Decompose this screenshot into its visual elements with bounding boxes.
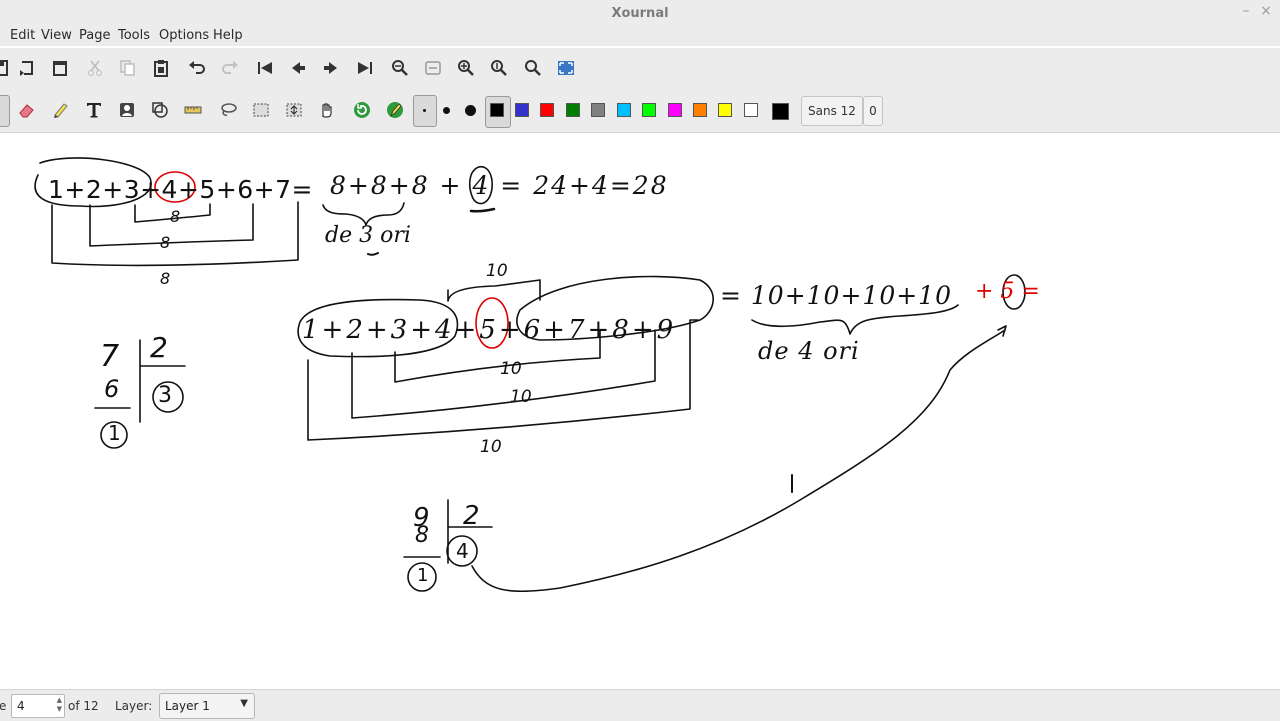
- save-icon[interactable]: [0, 56, 12, 80]
- page-number-value: 4: [17, 699, 25, 713]
- current-color-swatch[interactable]: [772, 103, 789, 120]
- default-pen-icon[interactable]: [383, 98, 407, 122]
- zoom-in-icon[interactable]: [454, 56, 478, 80]
- menu-tools[interactable]: Tools: [118, 28, 150, 43]
- last-page-icon[interactable]: [353, 56, 377, 80]
- lasso-select-icon[interactable]: [216, 98, 240, 122]
- color-swatch[interactable]: [540, 103, 554, 117]
- window-title: Xournal: [611, 6, 669, 21]
- fullscreen-icon[interactable]: [554, 56, 578, 80]
- thickness-fine-button[interactable]: [413, 95, 437, 127]
- layer-select[interactable]: Layer 1 ▼: [159, 693, 255, 719]
- color-swatch[interactable]: [668, 103, 682, 117]
- zoom-set-icon[interactable]: [521, 56, 545, 80]
- label-8-middle: 8: [160, 233, 171, 252]
- ruler-icon[interactable]: [181, 98, 205, 122]
- main-toolbar: [0, 48, 1280, 88]
- label-10-outer: 10: [480, 437, 502, 457]
- label-8-inner: 8: [170, 207, 181, 226]
- previous-page-icon[interactable]: [286, 56, 310, 80]
- font-button[interactable]: Sans 12: [801, 96, 863, 126]
- label-10-inner: 10: [500, 359, 522, 379]
- eraser-icon[interactable]: [14, 98, 38, 122]
- page-number-input[interactable]: 4 ▲ ▼: [11, 694, 65, 718]
- drawing-canvas[interactable]: 1+2+3+4+5+6+7= 8+8+8 + 4 = 24+4=28 8 8 8…: [0, 133, 1280, 689]
- text-icon[interactable]: [82, 98, 106, 122]
- color-swatch[interactable]: [693, 103, 707, 117]
- vertical-space-icon[interactable]: [282, 98, 306, 122]
- hand-icon[interactable]: [315, 98, 339, 122]
- color-swatch[interactable]: [642, 103, 656, 117]
- thickness-medium-button[interactable]: [443, 107, 450, 114]
- menu-page[interactable]: Page: [79, 28, 110, 43]
- note-eq2-rhs: = 10+10+10+10: [720, 281, 952, 310]
- color-swatch[interactable]: [515, 103, 529, 117]
- note-division-1: 7 2 6 3 1: [100, 331, 172, 445]
- delete-page-icon[interactable]: [48, 56, 72, 80]
- color-swatch[interactable]: [744, 103, 758, 117]
- minimize-button[interactable]: –: [1238, 3, 1254, 19]
- page-label: e: [0, 699, 7, 713]
- rect-select-icon[interactable]: [249, 98, 273, 122]
- page-width-icon[interactable]: [421, 56, 445, 80]
- thickness-fine-dot: [423, 109, 426, 112]
- thickness-thick-button[interactable]: [465, 105, 476, 116]
- zoom-out-icon[interactable]: [388, 56, 412, 80]
- chevron-down-icon: ▼: [240, 698, 248, 709]
- note-de-4-ori: de 4 ori: [758, 337, 860, 365]
- undo-icon[interactable]: [185, 56, 209, 80]
- menu-options[interactable]: Options: [159, 28, 209, 43]
- color-swatch[interactable]: [490, 103, 504, 117]
- menu-bar: Edit View Page Tools Options Help: [0, 26, 1280, 46]
- note-eq1-rhs: 8+8+8 + 4 = 24+4=28: [330, 171, 669, 200]
- first-page-icon[interactable]: [253, 56, 277, 80]
- default-tool-icon[interactable]: [350, 98, 374, 122]
- redo-icon[interactable]: [218, 56, 242, 80]
- page-spinner-icon[interactable]: ▲ ▼: [57, 696, 62, 714]
- note-eq1: 1+2+3+4+5+6+7=: [48, 175, 313, 204]
- menu-view[interactable]: View: [41, 28, 72, 43]
- pen-button[interactable]: [0, 95, 10, 127]
- image-icon[interactable]: [115, 98, 139, 122]
- cut-icon[interactable]: [83, 56, 107, 80]
- color-swatch[interactable]: [718, 103, 732, 117]
- label-10-middle: 10: [510, 387, 532, 407]
- copy-icon[interactable]: [116, 56, 140, 80]
- paste-icon[interactable]: [149, 56, 173, 80]
- next-page-icon[interactable]: [319, 56, 343, 80]
- tools-toolbar: [0, 88, 1280, 133]
- layer-label: Layer:: [115, 699, 153, 713]
- note-eq2: 1+2+3+4+5+6+7+8+9: [302, 315, 677, 345]
- page-count: of 12: [68, 699, 99, 713]
- shape-recognizer-icon[interactable]: [148, 98, 172, 122]
- note-division-2: 9 2 8 4 1: [413, 501, 480, 586]
- layer-select-value: Layer 1: [165, 699, 210, 713]
- menu-help[interactable]: Help: [213, 28, 243, 43]
- highlighter-icon[interactable]: [48, 98, 72, 122]
- note-eq2-red: + 5 =: [975, 279, 1040, 304]
- label-8-outer: 8: [160, 269, 171, 288]
- title-bar: Xournal – ×: [0, 0, 1280, 26]
- menu-edit[interactable]: Edit: [10, 28, 35, 43]
- note-de-3-ori: de 3 ori: [325, 223, 411, 248]
- normal-size-icon[interactable]: [487, 56, 511, 80]
- label-10-top: 10: [486, 261, 508, 281]
- status-bar: e 4 ▲ ▼ of 12 Layer: Layer 1 ▼: [0, 689, 1280, 721]
- font-value: 0: [863, 96, 883, 126]
- color-swatch[interactable]: [566, 103, 580, 117]
- close-button[interactable]: ×: [1258, 3, 1274, 19]
- new-page-icon[interactable]: [14, 56, 38, 80]
- color-swatch[interactable]: [591, 103, 605, 117]
- color-swatch[interactable]: [617, 103, 631, 117]
